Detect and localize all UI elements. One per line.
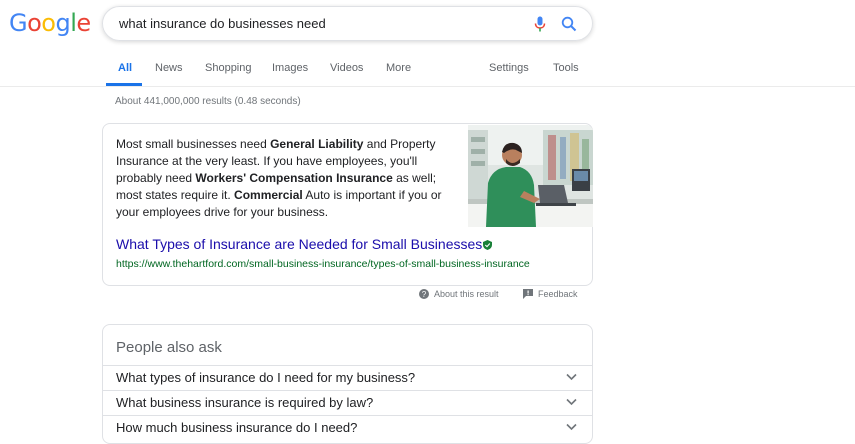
- logo-letter: e: [76, 9, 91, 37]
- result-title-link[interactable]: What Types of Insurance are Needed for S…: [116, 236, 493, 252]
- help-icon: ?: [419, 289, 429, 299]
- chevron-down-icon[interactable]: [566, 373, 577, 381]
- people-also-ask: People also ask What types of insurance …: [102, 324, 593, 444]
- result-url[interactable]: https://www.thehartford.com/small-busine…: [116, 258, 530, 270]
- search-icon[interactable]: [561, 16, 577, 32]
- tab-news[interactable]: News: [155, 62, 183, 74]
- paa-question[interactable]: What business insurance is required by l…: [103, 390, 592, 415]
- chevron-down-icon[interactable]: [566, 398, 577, 406]
- verified-badge-icon: [483, 240, 493, 250]
- result-title[interactable]: What Types of Insurance are Needed for S…: [116, 236, 482, 252]
- snippet-span: Most small businesses need: [116, 137, 271, 151]
- featured-snippet: Most small businesses need General Liabi…: [102, 123, 593, 286]
- result-stats: About 441,000,000 results (0.48 seconds): [115, 96, 301, 107]
- paa-question-label: How much business insurance do I need?: [116, 420, 358, 435]
- about-this-result[interactable]: ? About this result: [419, 289, 499, 299]
- tab-videos[interactable]: Videos: [330, 62, 363, 74]
- tab-shopping[interactable]: Shopping: [205, 62, 252, 74]
- tab-more[interactable]: More: [386, 62, 411, 74]
- snippet-span-bold: Commercial: [234, 188, 303, 202]
- about-this-result-label: About this result: [434, 289, 499, 299]
- paa-question[interactable]: How much business insurance do I need?: [103, 415, 592, 440]
- snippet-text: Most small businesses need General Liabi…: [116, 136, 456, 221]
- snippet-span-bold: General Liability: [270, 137, 364, 151]
- result-thumbnail[interactable]: [468, 125, 593, 227]
- google-logo[interactable]: Google: [9, 8, 91, 38]
- feedback-icon: [523, 289, 533, 299]
- paa-question-label: What business insurance is required by l…: [116, 395, 374, 410]
- tab-settings[interactable]: Settings: [489, 62, 529, 74]
- tab-all[interactable]: All: [118, 62, 132, 74]
- tab-tools[interactable]: Tools: [553, 62, 579, 74]
- header-divider: [0, 86, 855, 87]
- logo-letter: g: [55, 9, 71, 37]
- paa-question[interactable]: What types of insurance do I need for my…: [103, 365, 592, 390]
- chevron-down-icon[interactable]: [566, 423, 577, 431]
- snippet-span-bold: Workers' Compensation Insurance: [195, 171, 393, 185]
- svg-text:?: ?: [422, 290, 427, 299]
- feedback-label: Feedback: [538, 289, 578, 299]
- search-input[interactable]: [119, 7, 519, 40]
- logo-letter: G: [9, 9, 28, 37]
- microphone-icon[interactable]: [534, 16, 546, 32]
- paa-title: People also ask: [116, 339, 222, 356]
- search-box: [102, 6, 593, 41]
- logo-letter: o: [27, 9, 42, 37]
- paa-question-label: What types of insurance do I need for my…: [116, 370, 416, 385]
- feedback-link[interactable]: Feedback: [523, 289, 578, 299]
- logo-letter: o: [41, 9, 56, 37]
- tab-images[interactable]: Images: [272, 62, 308, 74]
